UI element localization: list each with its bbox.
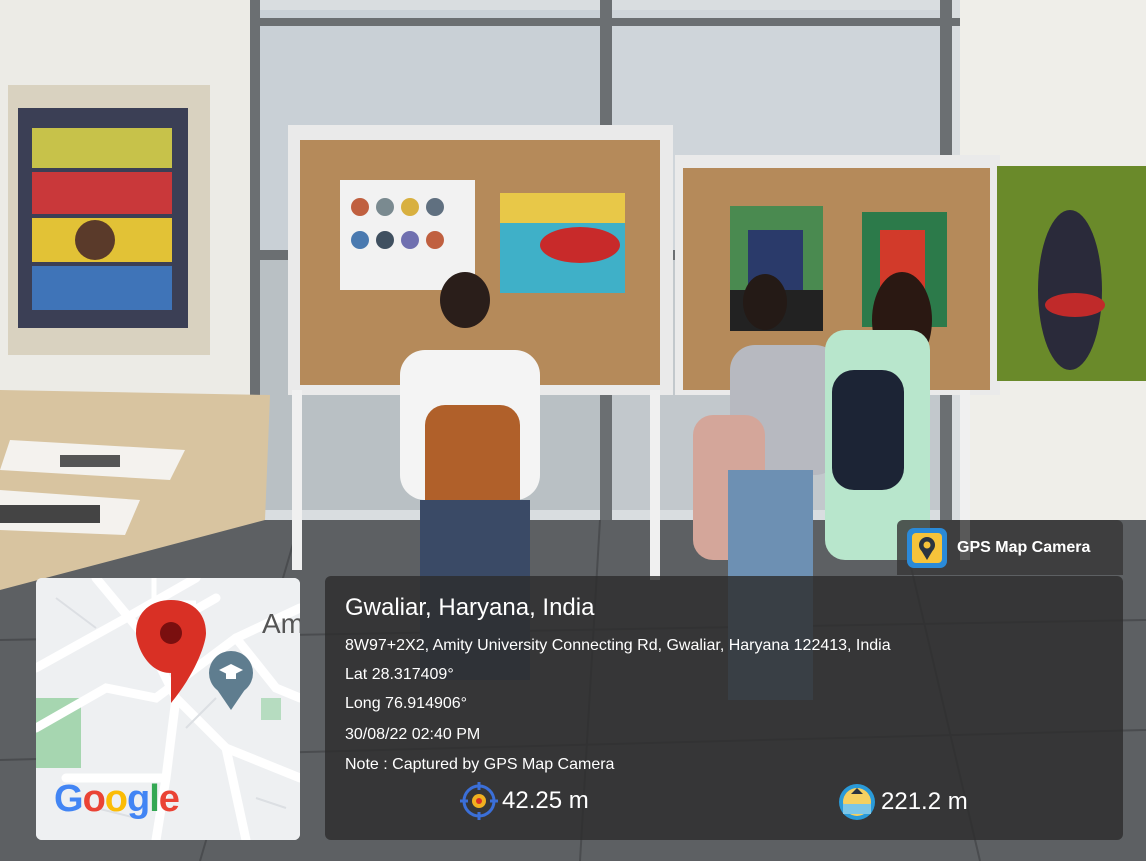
note-text: Note : Captured by GPS Map Camera [345, 756, 615, 773]
google-letter: e [158, 778, 180, 820]
altitude-readout: 221.2 m [837, 782, 968, 822]
place-title: Gwaliar, Haryana, India [345, 594, 595, 621]
altitude-value: 221.2 m [881, 788, 968, 815]
google-letter: o [104, 778, 128, 820]
google-letter: l [149, 778, 160, 820]
app-name: GPS Map Camera [957, 538, 1091, 556]
google-letter: g [127, 778, 150, 820]
datetime-text: 30/08/22 02:40 PM [345, 726, 481, 743]
address-text: 8W97+2X2, Amity University Connecting Rd… [345, 637, 891, 654]
altitude-icon [839, 784, 875, 820]
google-letter: o [82, 778, 106, 820]
location-info-panel: Gwaliar, Haryana, India 8W97+2X2, Amity … [325, 576, 1123, 840]
gps-camera-app-icon [907, 527, 947, 568]
latitude-text: Lat 28.317409° [345, 666, 454, 683]
accuracy-value: 42.25 m [502, 787, 589, 814]
longitude-text: Long 76.914906° [345, 695, 468, 712]
accuracy-readout: 42.25 m [460, 782, 589, 820]
photo-scene: GPS Map Camera Gwaliar, Haryana, India 8… [0, 0, 1146, 861]
google-logo: Google [54, 778, 180, 821]
app-badge: GPS Map Camera [897, 520, 1123, 575]
map-thumbnail[interactable]: Am Google [36, 578, 300, 840]
crosshair-icon [460, 782, 498, 820]
google-letter: G [54, 778, 84, 820]
map-place-label: Am [262, 608, 300, 639]
